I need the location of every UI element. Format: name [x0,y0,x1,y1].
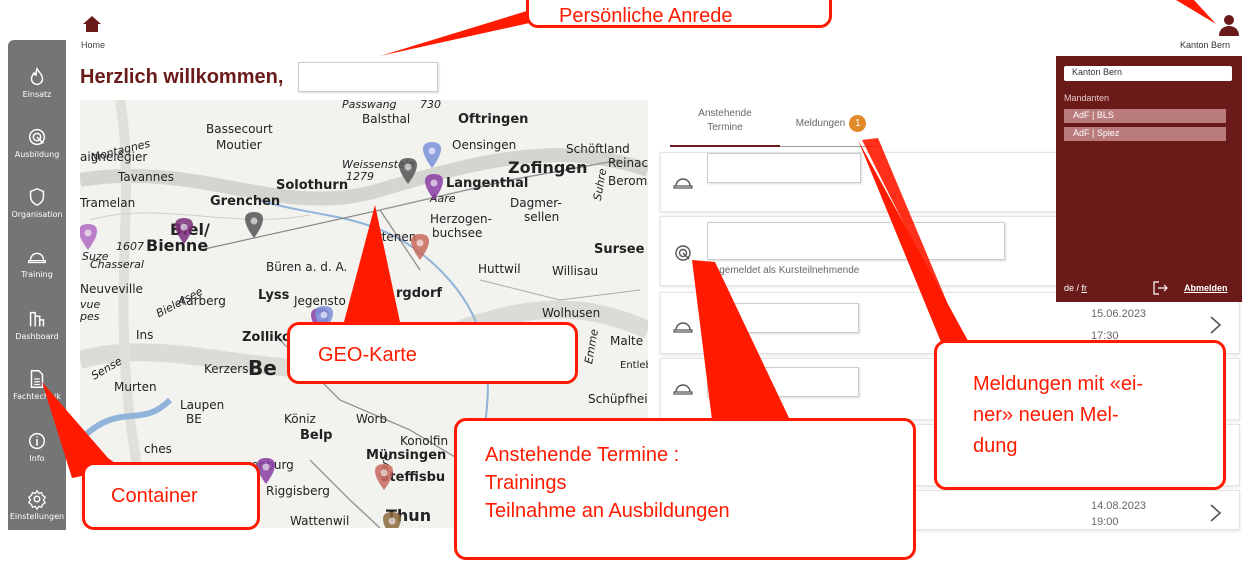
tab-meldungen[interactable]: Meldungen 1 [780,105,882,147]
row-date: 14.08.2023 [1091,500,1147,512]
map-pin[interactable] [175,218,193,244]
lang-de[interactable]: de [1064,283,1074,293]
nav-item-info[interactable]: Info [8,424,66,480]
callout-text: Trainings [485,472,567,494]
row-title-field [707,153,861,183]
shield-icon [29,187,45,207]
nav-item-einsatz[interactable]: Einsatz [8,60,66,116]
nav-label: Dashboard [15,332,59,341]
row-date: 15.06.2023 [1091,308,1147,320]
breadcrumb-home[interactable]: Home [81,40,105,50]
user-icon[interactable] [1218,14,1240,36]
nav-item-einstellungen[interactable]: Einstellungen [8,482,66,538]
callout-container: Container [82,462,260,530]
map-pin[interactable] [423,142,441,168]
mandanten-heading: Mandanten [1064,93,1110,103]
nav-label: Info [29,454,45,463]
nav-item-fachtechnik[interactable]: Fachtechnik [8,362,66,418]
personal-greeting-field [298,62,438,92]
nav-label: Fachtechnik [13,392,61,401]
nav-item-training[interactable]: Training [8,240,66,296]
chart-icon [29,311,45,327]
row-title-field [707,222,1005,260]
nav-item-ausbildung[interactable]: Ausbildung [8,120,66,176]
chevron-right-icon[interactable] [1209,503,1223,523]
nav-label: Einsatz [22,90,52,99]
home-icon[interactable] [82,14,102,34]
target-icon [675,245,691,261]
row-time: 19:00 [1091,516,1119,528]
nav-item-organisation[interactable]: Organisation [8,180,66,236]
flame-icon [30,67,44,85]
callout-text: dung [973,435,1018,457]
helmet-icon [673,322,693,333]
tab-anstehende-termine[interactable]: Anstehende Termine [670,105,780,147]
language-switch: de / fr [1064,283,1087,293]
lang-fr[interactable]: fr [1082,283,1088,293]
helmet-icon [28,252,46,264]
user-name[interactable]: Kanton Bern [1180,40,1230,50]
callout-termine: Anstehende Termine : Trainings Teilnahme… [454,418,916,560]
user-menu-panel: Kanton Bern Mandanten AdF | BLS AdF | Sp… [1056,56,1242,302]
logout-icon[interactable] [1152,280,1168,296]
info-icon [28,432,46,450]
nav-item-dashboard[interactable]: Dashboard [8,302,66,358]
target-icon [28,128,46,146]
tab-label: Meldungen [795,118,846,129]
callout-meldungen: Meldungen mit «ei- ner» neuen Mel- dung [934,340,1226,490]
document-icon [30,370,44,388]
map-pin[interactable] [80,224,97,250]
callout-text: Persönliche Anrede [559,5,733,27]
callout-anrede: Persönliche Anrede [526,0,832,28]
selected-organisation[interactable]: Kanton Bern [1064,66,1232,81]
lang-separator: / [1074,283,1082,293]
chevron-right-icon[interactable] [1209,315,1223,335]
logout-link[interactable]: Abmelden [1184,283,1228,293]
nav-label: Ausbildung [14,150,60,159]
callout-text: Meldungen mit «ei- [973,373,1144,395]
row-subtitle: Angemeldet als Kursteilnehmende [707,265,860,276]
tab-label: Anstehende Termine [698,108,752,133]
row-title-field [707,367,859,397]
notification-badge: 1 [849,115,867,132]
nav-label: Einstellungen [9,512,65,521]
map-pin[interactable] [411,234,429,260]
callout-text: Container [111,485,198,507]
callout-text: Teilnahme an Ausbildungen [485,500,730,522]
callout-text: GEO-Karte [318,344,417,366]
callout-text: Anstehende Termine : [485,444,680,466]
map-pin[interactable] [383,512,401,528]
callout-geokarte: GEO-Karte [287,322,578,384]
row-title-field [707,303,859,333]
nav-label: Training [21,270,53,279]
welcome-title: Herzlich willkommen, [80,66,284,88]
helmet-icon [673,384,693,395]
main-sidebar: Einsatz Ausbildung Organisation Training… [8,40,66,530]
gear-icon [27,489,47,510]
map-pin[interactable] [425,174,443,200]
map-pin[interactable] [399,158,417,184]
nav-label: Organisation [11,210,63,219]
map-pin[interactable] [245,212,263,238]
helmet-icon [673,178,693,189]
mandant-item[interactable]: AdF | BLS [1064,109,1226,123]
callout-text: ner» neuen Mel- [973,404,1119,426]
mandant-item[interactable]: AdF | Spiez [1064,127,1226,141]
map-pin[interactable] [375,464,393,490]
